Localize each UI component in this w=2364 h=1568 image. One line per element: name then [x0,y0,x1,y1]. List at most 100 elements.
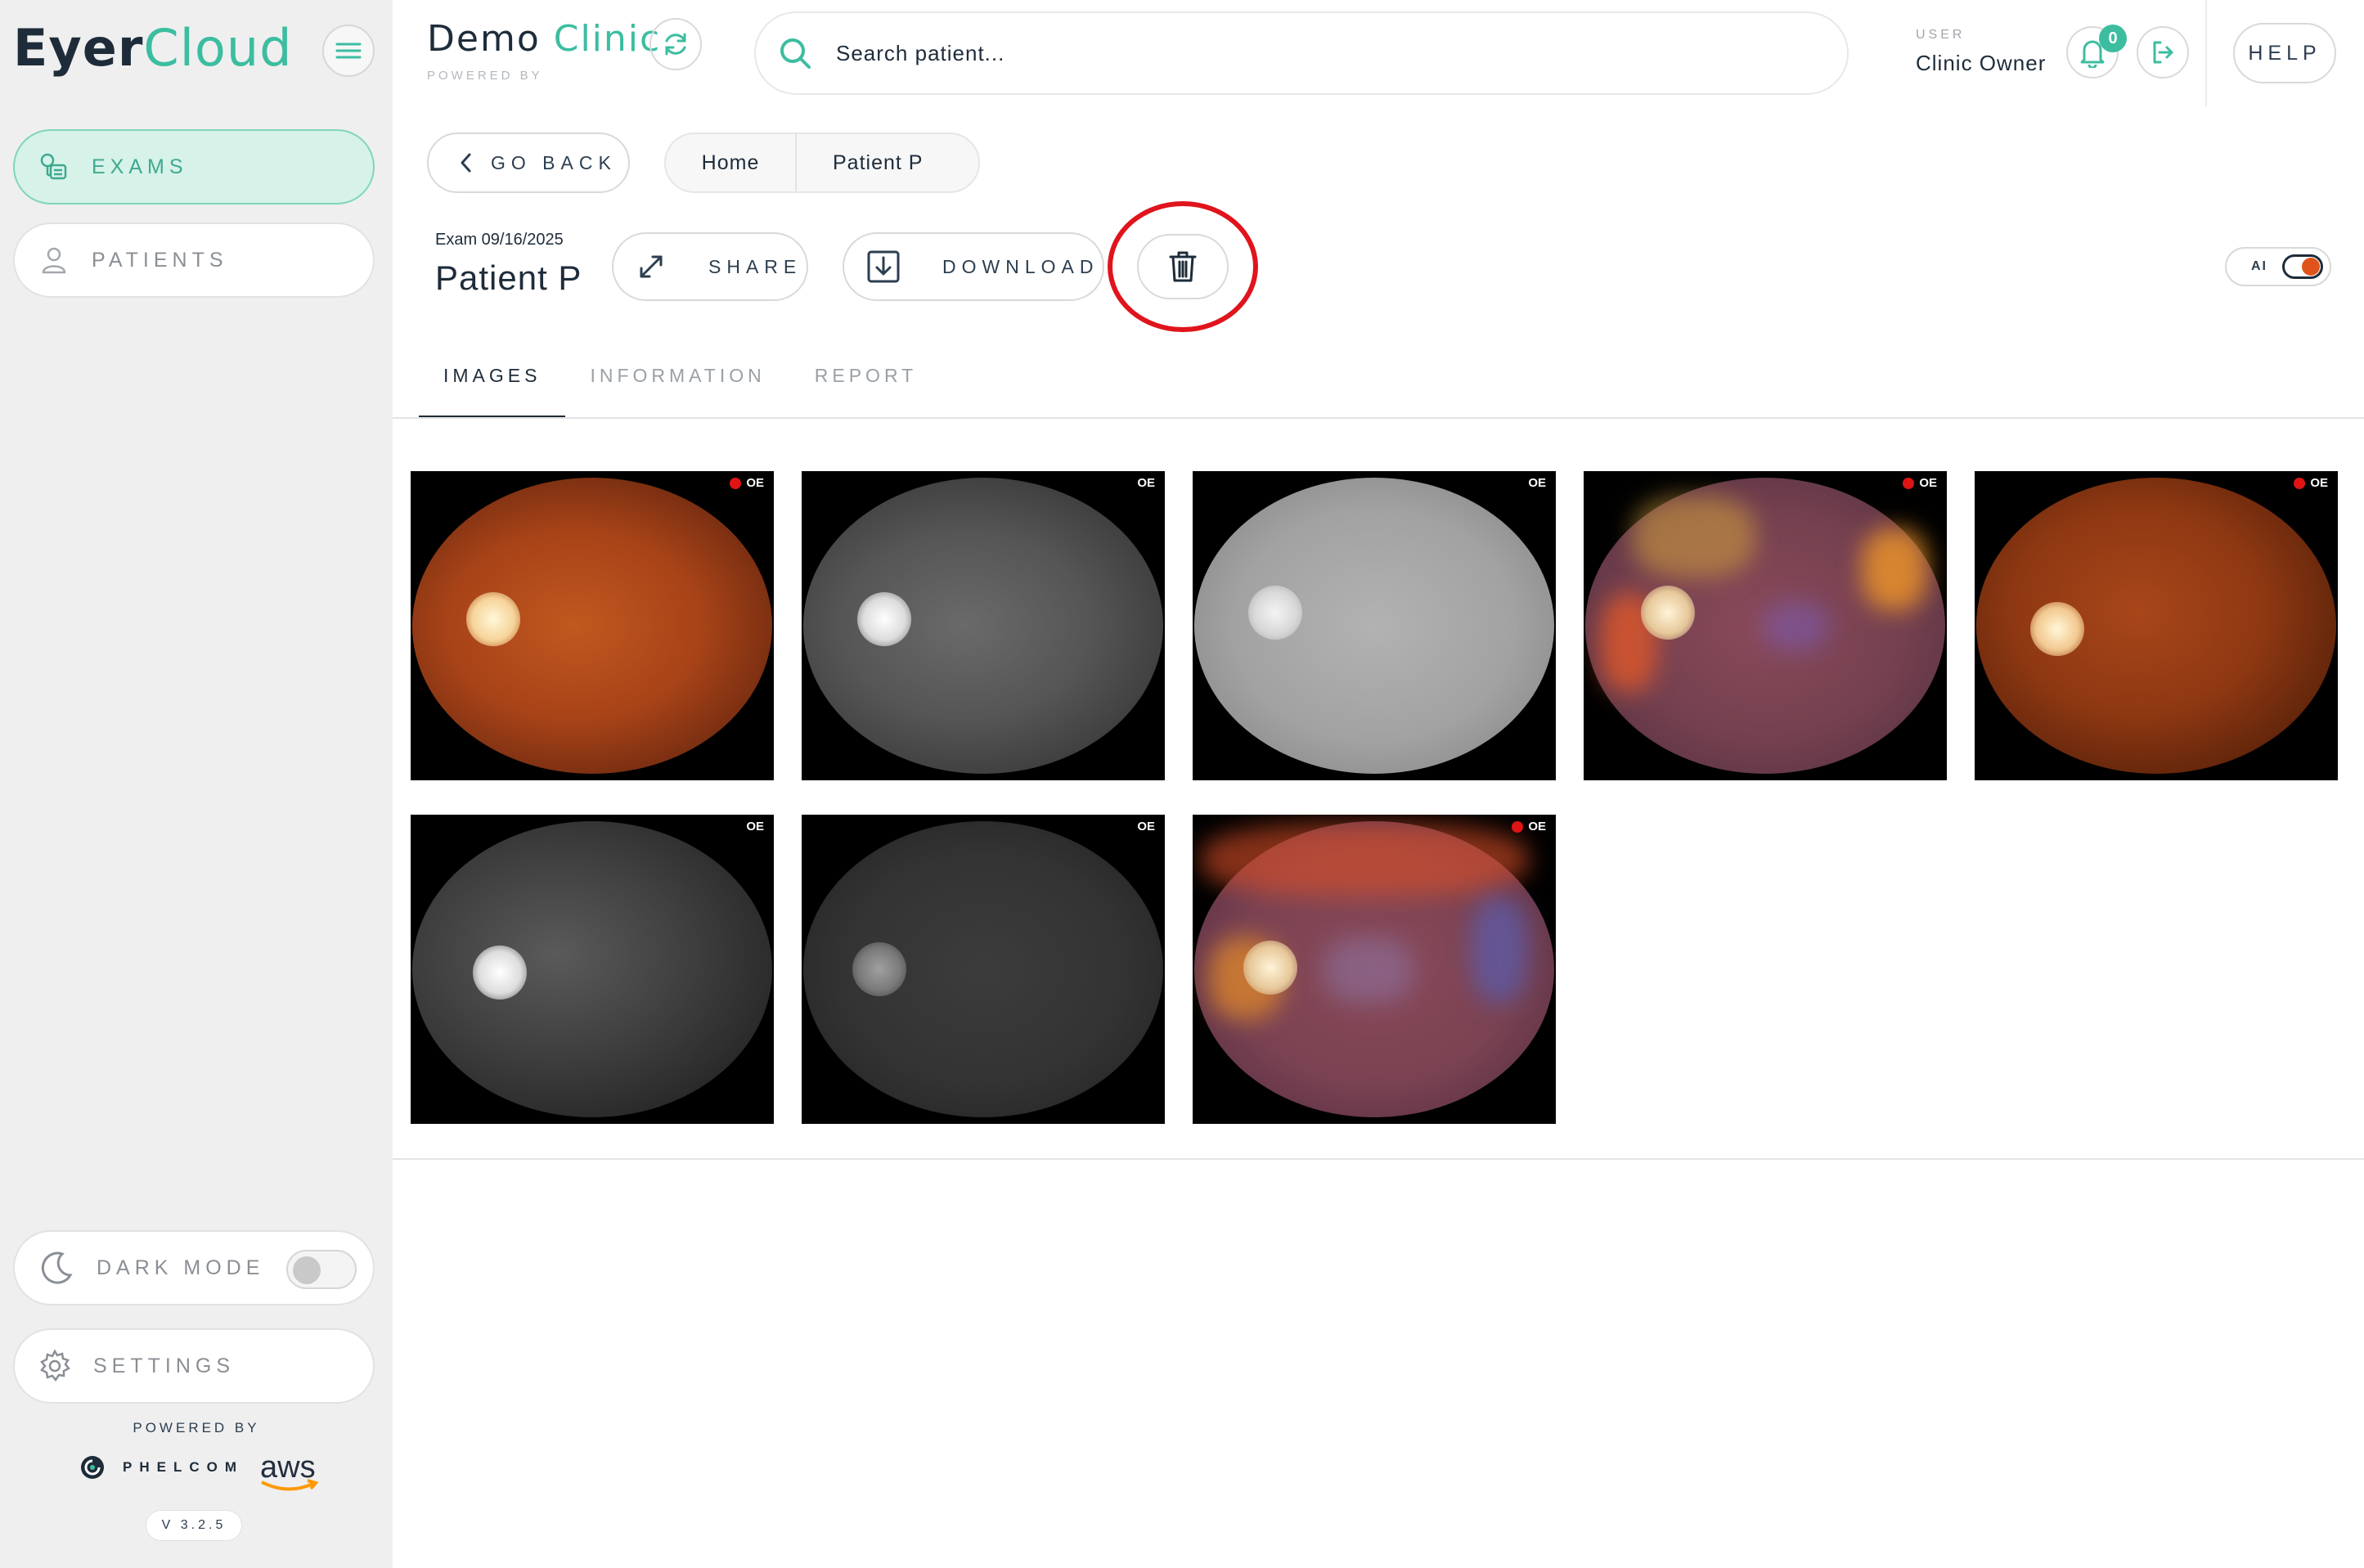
go-back-button[interactable]: GO BACK [427,133,630,193]
eye-label-text: OE [1137,476,1155,490]
phelcom-logo-icon [81,1456,104,1479]
optic-disc [473,946,527,1000]
version-badge: V 3.2.5 [146,1510,242,1541]
help-button[interactable]: HELP [2233,23,2336,83]
patient-name: Patient P [435,258,582,297]
highlight-circle-annotation [1108,201,1258,332]
search-input[interactable]: Search patient... [836,41,1004,66]
fundus-image [412,821,772,1117]
user-icon [42,247,66,274]
exam-image-4[interactable]: OE [1584,471,1947,780]
expand-arrows-icon [640,255,663,278]
logo-text-eyer: Eyer [13,18,144,78]
eye-label: OE [1137,476,1155,490]
exam-image-1[interactable]: OE [411,471,774,780]
optic-disc [1641,586,1695,640]
chevron-left-icon [461,153,471,173]
hamburger-icon [335,43,362,59]
breadcrumb: Home Patient P [664,133,980,193]
dark-mode-toggle[interactable] [286,1250,357,1289]
user-name[interactable]: Clinic Owner [1916,51,2046,76]
menu-toggle-button[interactable] [322,25,375,77]
gear-icon [40,1349,70,1382]
refresh-icon [665,33,686,56]
heatmap-region [1324,937,1413,1003]
share-button[interactable]: SHARE [612,232,808,301]
optic-disc [2030,602,2084,656]
aws-logo: aws [260,1451,319,1491]
flag-dot-icon [2294,477,2306,489]
tab-information[interactable]: INFORMATION [565,357,789,419]
app: EyerCloud EXAMS PATIENTS DARK MODE SETTI… [0,0,2364,1568]
sidebar: EyerCloud EXAMS PATIENTS DARK MODE SETTI… [0,0,393,1568]
sidebar-item-label: PATIENTS [92,248,228,272]
exam-image-2[interactable]: OE [802,471,1165,780]
heatmap-region [1764,602,1829,651]
logo-text-cloud: Cloud [143,18,293,78]
clinic-subtitle: POWERED BY [427,69,543,83]
clinic-title-part1: Demo [427,18,554,60]
eye-label-text: OE [1919,476,1937,490]
download-label: DOWNLOAD [942,255,1099,277]
breadcrumb-home[interactable]: Home [666,134,797,191]
eye-label: OE [1528,476,1546,490]
tab-images[interactable]: IMAGES [419,357,566,419]
moon-icon [41,1251,73,1284]
search-bar[interactable]: Search patient... [754,11,1849,95]
exam-image-8[interactable]: OE [1193,815,1556,1124]
ai-switch[interactable] [2282,254,2323,279]
ai-toggle[interactable]: AI [2225,247,2331,286]
heatmap-region [1471,896,1528,1003]
eye-label: OE [730,476,764,490]
flag-dot-icon [730,477,742,489]
exam-image-5[interactable]: OE [1975,471,2338,780]
eye-label-text: OE [746,476,764,490]
exams-icon [40,153,67,180]
exam-tabs: IMAGES INFORMATION REPORT [419,357,942,419]
partner-logos: PHELCOM aws [79,1451,319,1491]
exam-date: Exam 09/16/2025 [435,231,564,249]
clinic-title: Demo Clinic [427,18,661,60]
download-icon [867,250,900,283]
ai-toggle-label: AI [2251,259,2267,273]
fundus-image [1194,478,1554,774]
eyercloud-logo[interactable]: EyerCloud [13,18,293,78]
eye-label-text: OE [746,820,764,833]
search-icon [780,38,811,69]
share-label: SHARE [708,255,802,277]
exam-image-6[interactable]: OE [411,815,774,1124]
exam-image-7[interactable]: OE [802,815,1165,1124]
flag-dot-icon [1903,477,1915,489]
heatmap-region [1201,823,1528,896]
sidebar-item-settings[interactable]: SETTINGS [13,1328,375,1404]
switch-clinic-button[interactable] [649,18,702,70]
optic-disc [857,592,911,646]
user-label: USER [1916,28,1966,42]
aws-smile-icon [261,1479,319,1491]
sidebar-item-patients[interactable]: PATIENTS [13,222,375,298]
eye-label-text: OE [1528,476,1546,490]
logout-button[interactable] [2137,26,2189,79]
heatmap-region [1862,528,1927,610]
header-divider [2205,0,2207,106]
clinic-title-part2: Clinic [553,18,662,60]
heatmap-region [1633,496,1755,577]
download-button[interactable]: DOWNLOAD [843,232,1104,301]
eye-label: OE [2294,476,2328,490]
eye-label-text: OE [1528,820,1546,833]
eye-label-text: OE [2310,476,2328,490]
breadcrumb-patient[interactable]: Patient P [797,134,923,191]
tab-report[interactable]: REPORT [790,357,942,419]
tabs-divider [393,417,2364,419]
powered-by-label: POWERED BY [133,1420,260,1435]
optic-disc [1243,941,1297,995]
go-back-label: GO BACK [491,151,617,173]
eye-label: OE [1137,820,1155,833]
optic-disc [852,942,906,996]
dark-mode-label: DARK MODE [97,1256,265,1279]
toggle-knob [293,1256,321,1284]
eye-label: OE [1903,476,1937,490]
sidebar-item-exams[interactable]: EXAMS [13,129,375,204]
exam-image-3[interactable]: OE [1193,471,1556,780]
dark-mode-row: DARK MODE [13,1230,375,1305]
